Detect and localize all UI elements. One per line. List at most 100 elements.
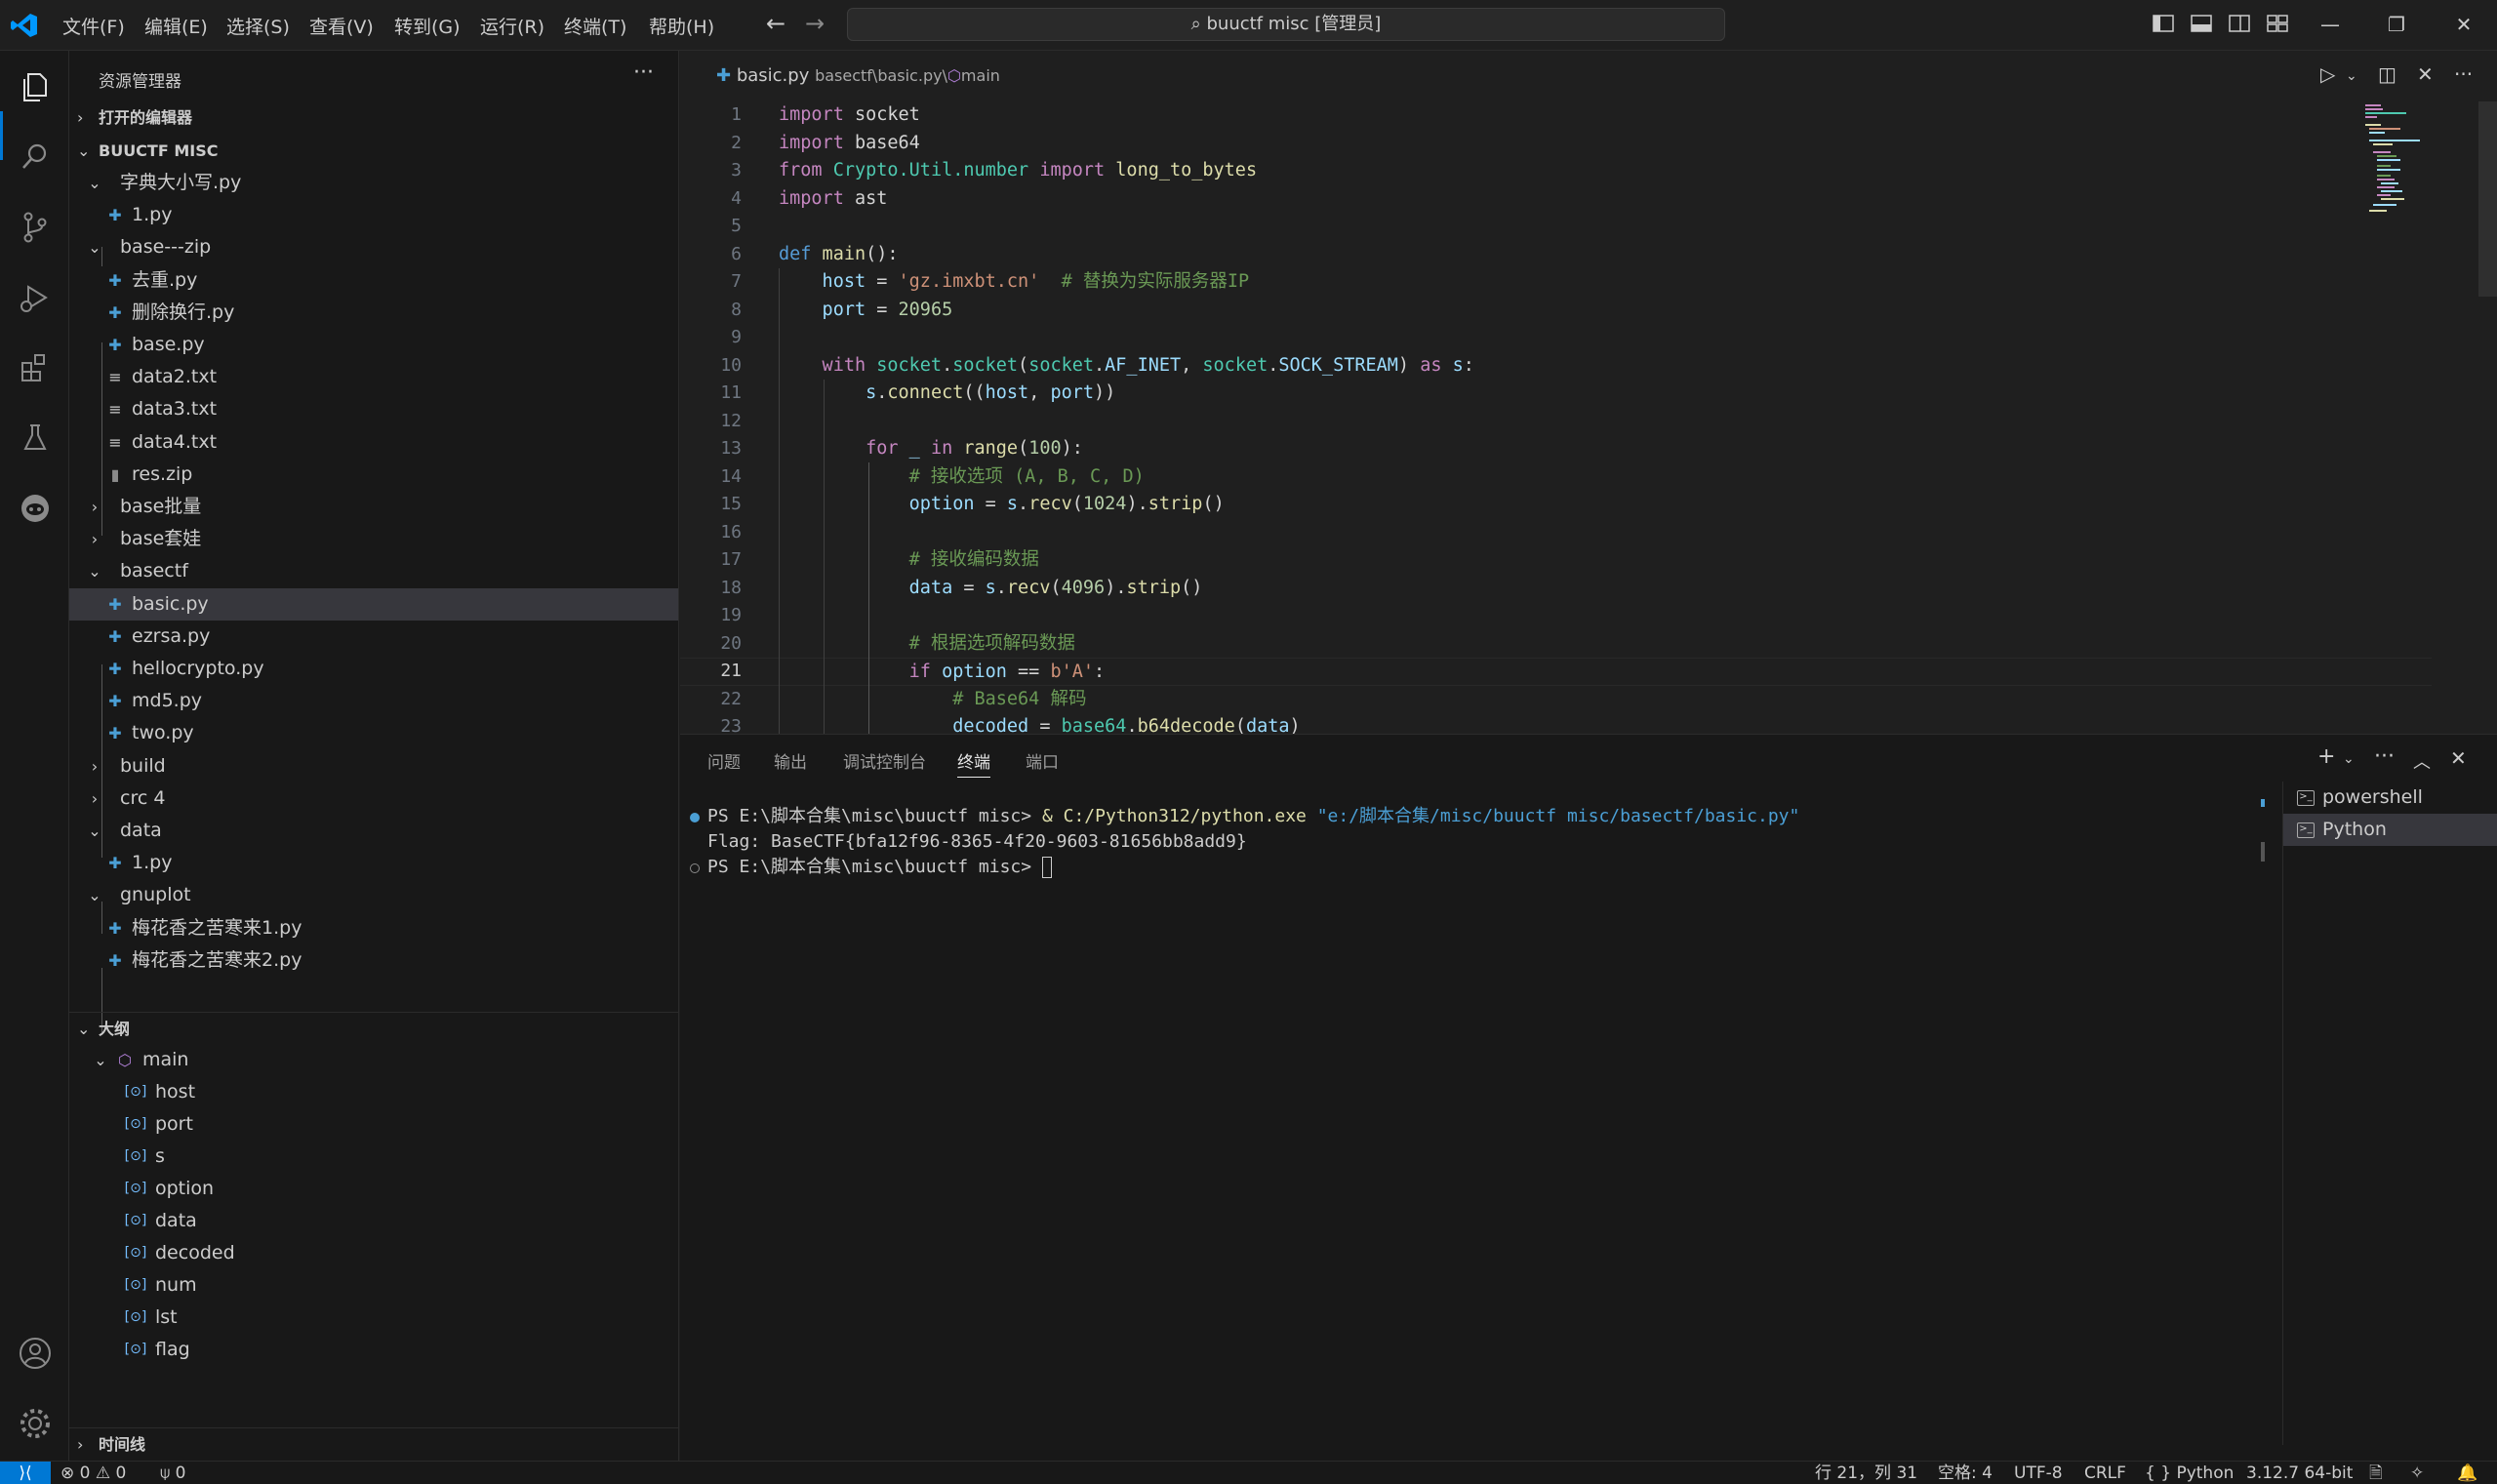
command-center-search[interactable]: ⌕ buuctf misc [管理员] bbox=[847, 8, 1725, 41]
terminal-item-python[interactable]: >_ Python bbox=[2283, 814, 2497, 846]
problems-status[interactable]: ⊗ 0 ⚠ 0 bbox=[60, 1463, 126, 1484]
tab-output[interactable]: 输出 bbox=[774, 748, 807, 773]
more-actions-icon[interactable]: ··· bbox=[633, 60, 654, 85]
file-info-icon[interactable]: 🗎 bbox=[2369, 1463, 2383, 1484]
outline-section-header[interactable]: ⌄ 大纲 bbox=[69, 1012, 678, 1044]
menu-run[interactable]: 运行(R) bbox=[480, 13, 544, 39]
search-view-icon[interactable] bbox=[17, 139, 54, 176]
outline-item-port[interactable]: [⊙] port bbox=[69, 1108, 678, 1141]
outline-item-data[interactable]: [⊙] data bbox=[69, 1205, 678, 1237]
outline-item-s[interactable]: [⊙] s bbox=[69, 1141, 678, 1173]
outline-item-lst[interactable]: [⊙] lst bbox=[69, 1302, 678, 1334]
close-editor-icon[interactable]: ✕ bbox=[2417, 62, 2434, 86]
tree-item[interactable]: ✚ ezrsa.py bbox=[69, 621, 678, 653]
tree-item[interactable]: ≡ data4.txt bbox=[69, 426, 678, 459]
tab-ports[interactable]: 端口 bbox=[1026, 748, 1059, 773]
chevron-down-icon[interactable]: ⌄ bbox=[2343, 751, 2355, 767]
run-debug-icon[interactable] bbox=[17, 279, 54, 316]
menu-selection[interactable]: 选择(S) bbox=[226, 13, 290, 39]
menu-edit[interactable]: 编辑(E) bbox=[144, 13, 208, 39]
outline-item-decoded[interactable]: [⊙] decoded bbox=[69, 1237, 678, 1269]
menu-view[interactable]: 查看(V) bbox=[309, 13, 374, 39]
breadcrumb-path[interactable]: basectf\basic.py\ bbox=[815, 66, 947, 85]
tree-item[interactable]: › base套娃 bbox=[69, 523, 678, 555]
terminal-output[interactable]: PS E:\脚本合集\misc\buuctf misc> & C:/Python… bbox=[680, 793, 2271, 1457]
terminal-item-powershell[interactable]: >_ powershell bbox=[2283, 782, 2497, 814]
testing-flask-icon[interactable] bbox=[17, 420, 54, 457]
tree-item[interactable]: ⌄ basectf bbox=[69, 555, 678, 587]
tree-item[interactable]: ✚ 删除换行.py bbox=[69, 297, 678, 329]
tree-item[interactable]: ▮ res.zip bbox=[69, 459, 678, 491]
tree-item[interactable]: ✚ hellocrypto.py bbox=[69, 653, 678, 685]
tree-item[interactable]: ✚ 梅花香之苦寒来2.py bbox=[69, 944, 678, 977]
menu-help[interactable]: 帮助(H) bbox=[649, 13, 714, 39]
outline-item-main[interactable]: ⌄ ⬡ main bbox=[69, 1044, 678, 1076]
more-actions-icon[interactable]: ··· bbox=[2374, 744, 2395, 769]
outline-item-flag[interactable]: [⊙] flag bbox=[69, 1334, 678, 1366]
tree-item[interactable]: ✚ 梅花香之苦寒来1.py bbox=[69, 912, 678, 944]
chevron-down-icon[interactable]: ⌄ bbox=[2346, 68, 2357, 84]
minimize-icon[interactable]: — bbox=[2311, 8, 2350, 41]
tree-item[interactable]: ⌄ data bbox=[69, 815, 678, 847]
split-editor-icon[interactable]: ◫ bbox=[2378, 62, 2396, 86]
customize-layout-icon[interactable] bbox=[2267, 14, 2288, 33]
language-mode[interactable]: { } Python bbox=[2145, 1463, 2234, 1484]
tree-item[interactable]: ✚ md5.py bbox=[69, 685, 678, 717]
tree-item[interactable]: ✚ basic.py bbox=[69, 587, 678, 621]
forward-arrow-icon[interactable]: → bbox=[805, 10, 825, 37]
settings-gear-icon[interactable] bbox=[17, 1405, 54, 1442]
extensions-icon[interactable] bbox=[17, 349, 54, 386]
menu-file[interactable]: 文件(F) bbox=[62, 13, 125, 39]
new-terminal-icon[interactable]: + bbox=[2317, 744, 2335, 769]
code-editor[interactable]: 1 2 3 4 5 6 7 8 9 10 11 12 13 14 15 16 17 18 19 20 21 22 23 im… bbox=[680, 101, 2497, 734]
github-copilot-icon[interactable] bbox=[17, 490, 54, 527]
editor-scrollbar[interactable] bbox=[2478, 101, 2497, 297]
tree-item[interactable]: ≡ data3.txt bbox=[69, 393, 678, 425]
notifications-bell-icon[interactable]: 🔔 bbox=[2457, 1463, 2477, 1484]
tree-item[interactable]: ⌄ gnuplot bbox=[69, 879, 678, 911]
tab-terminal[interactable]: 终端 bbox=[957, 748, 990, 778]
tree-item[interactable]: › crc 4 bbox=[69, 782, 678, 815]
tree-item[interactable]: ⌄ base---zip bbox=[69, 231, 678, 263]
menu-terminal[interactable]: 终端(T) bbox=[564, 13, 626, 39]
outline-item-num[interactable]: [⊙] num bbox=[69, 1269, 678, 1302]
maximize-panel-icon[interactable]: ︿ bbox=[2413, 748, 2431, 774]
open-editors-section[interactable]: › 打开的编辑器 bbox=[69, 101, 678, 134]
ports-status[interactable]: ⍦ 0 bbox=[160, 1463, 185, 1484]
tab-debug-console[interactable]: 调试控制台 bbox=[843, 748, 926, 773]
tree-item[interactable]: ⌄ 字典大小写.py bbox=[69, 167, 678, 199]
encoding[interactable]: UTF-8 bbox=[2014, 1463, 2063, 1484]
copilot-status-icon[interactable]: ✧ bbox=[2410, 1463, 2424, 1484]
back-arrow-icon[interactable]: ← bbox=[766, 10, 785, 37]
run-python-icon[interactable]: ▷ bbox=[2320, 62, 2335, 86]
cursor-position[interactable]: 行 21，列 31 bbox=[1815, 1463, 1917, 1484]
close-panel-icon[interactable]: ✕ bbox=[2450, 746, 2467, 770]
explorer-icon[interactable] bbox=[17, 68, 54, 105]
timeline-section-header[interactable]: › 时间线 bbox=[69, 1427, 678, 1460]
indentation[interactable]: 空格: 4 bbox=[1938, 1463, 1993, 1484]
outline-item-option[interactable]: [⊙] option bbox=[69, 1173, 678, 1205]
breadcrumb-symbol[interactable]: main bbox=[961, 66, 1000, 85]
menu-go[interactable]: 转到(G) bbox=[394, 13, 461, 39]
outline-item-host[interactable]: [⊙] host bbox=[69, 1076, 678, 1108]
tree-item[interactable]: ✚ 1.py bbox=[69, 847, 678, 879]
minimap[interactable] bbox=[2361, 101, 2488, 219]
python-interpreter[interactable]: 3.12.7 64-bit bbox=[2246, 1463, 2353, 1484]
source-control-icon[interactable] bbox=[17, 209, 54, 246]
accounts-icon[interactable] bbox=[17, 1335, 54, 1372]
toggle-primary-sidebar-icon[interactable] bbox=[2153, 14, 2174, 33]
tree-item[interactable]: ✚ 1.py bbox=[69, 199, 678, 231]
tree-item[interactable]: ≡ data2.txt bbox=[69, 361, 678, 393]
restore-icon[interactable]: ❐ bbox=[2377, 8, 2416, 41]
more-actions-icon[interactable]: ··· bbox=[2454, 62, 2473, 86]
remote-indicator-icon[interactable]: ⟩⟨ bbox=[0, 1462, 51, 1484]
tab-problems[interactable]: 问题 bbox=[707, 748, 741, 773]
breadcrumb-file[interactable]: basic.py bbox=[737, 65, 810, 86]
line-endings[interactable]: CRLF bbox=[2084, 1463, 2126, 1484]
terminal-scrollbar[interactable] bbox=[2261, 842, 2265, 862]
tree-item[interactable]: ✚ base.py bbox=[69, 329, 678, 361]
toggle-panel-icon[interactable] bbox=[2191, 14, 2212, 33]
tree-item[interactable]: ✚ 去重.py bbox=[69, 264, 678, 297]
toggle-secondary-sidebar-icon[interactable] bbox=[2229, 14, 2250, 33]
close-window-icon[interactable]: ✕ bbox=[2444, 8, 2483, 41]
